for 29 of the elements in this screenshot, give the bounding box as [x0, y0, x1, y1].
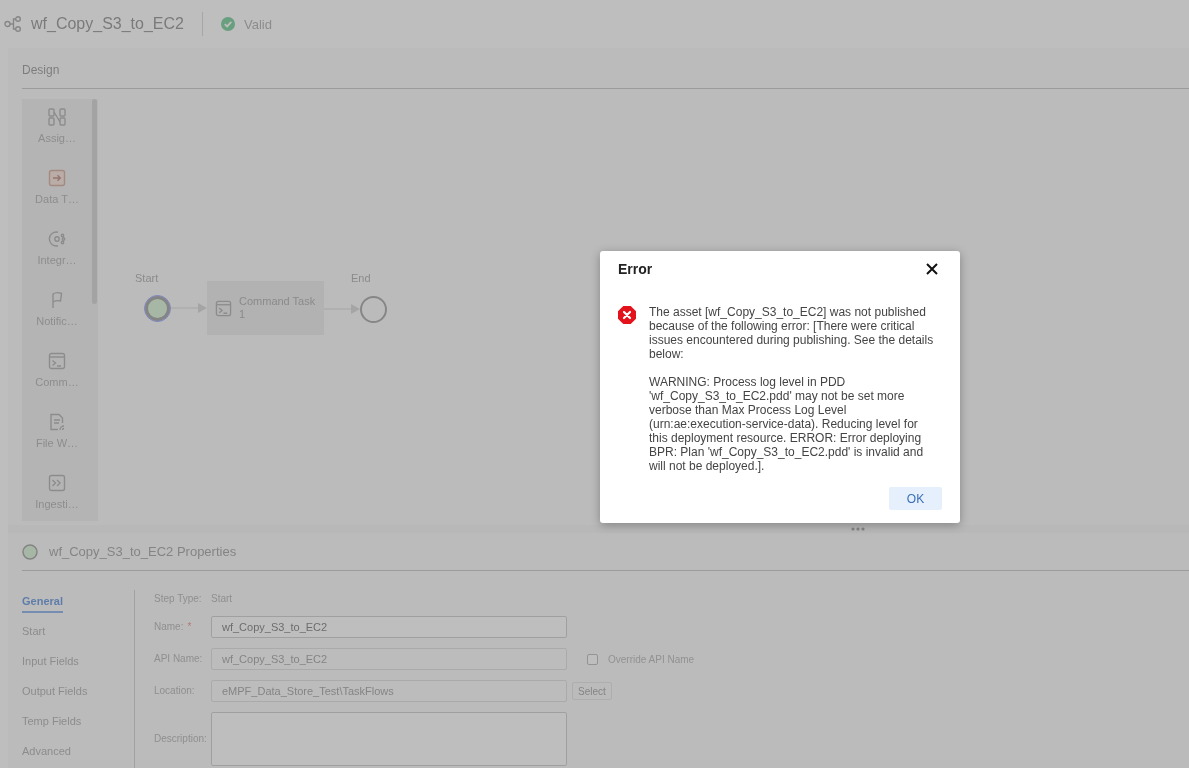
end-event-circle[interactable] [360, 296, 387, 323]
connector-arrow [171, 302, 207, 314]
text-input[interactable]: wf_Copy_S3_to_EC2 [211, 616, 567, 638]
arrow-box-icon [48, 169, 66, 187]
terminal-icon [48, 352, 66, 370]
dialog-title: Error [618, 260, 653, 278]
workflow-title: wf_Copy_S3_to_EC2 [31, 15, 184, 33]
hub-icon [48, 230, 66, 248]
check-circle-icon [221, 17, 235, 31]
start-circle-icon [22, 543, 38, 560]
required-mark: * [187, 620, 192, 634]
grip-icon[interactable] [851, 527, 865, 531]
document-icon [48, 413, 66, 431]
connector-arrow [324, 303, 360, 315]
node-graph-icon [4, 16, 22, 32]
error-message: The asset [wf_Copy_S3_to_EC2] was not published because of the following error: [There were critical issues encountered during publishing. See the details below: [649, 305, 935, 361]
ok-button[interactable]: OK [889, 487, 942, 510]
close-icon [926, 263, 938, 275]
error-icon [618, 306, 636, 324]
close-button[interactable] [926, 263, 938, 275]
chevrons-box-icon [48, 474, 66, 492]
start-event-circle[interactable] [144, 295, 171, 322]
blocks-icon [48, 108, 66, 126]
description-textarea[interactable] [211, 712, 567, 766]
design-tab[interactable]: Design [22, 63, 60, 77]
scrollbar-thumb[interactable] [92, 99, 97, 304]
terminal-icon [215, 299, 232, 317]
nav-tab[interactable]: General [22, 595, 63, 613]
error-message: WARNING: Process log level in PDD 'wf_Copy_S3_to_EC2.pdd' may not be set more verbose than Max Process Log Level (urn:ae:execution-service-data). Reducing level for this deployment resource. ERROR: Error deploying BPR: Plan 'wf_Copy_S3_to_EC2.pdd' is invalid and will not be deployed.]. [649, 375, 925, 473]
